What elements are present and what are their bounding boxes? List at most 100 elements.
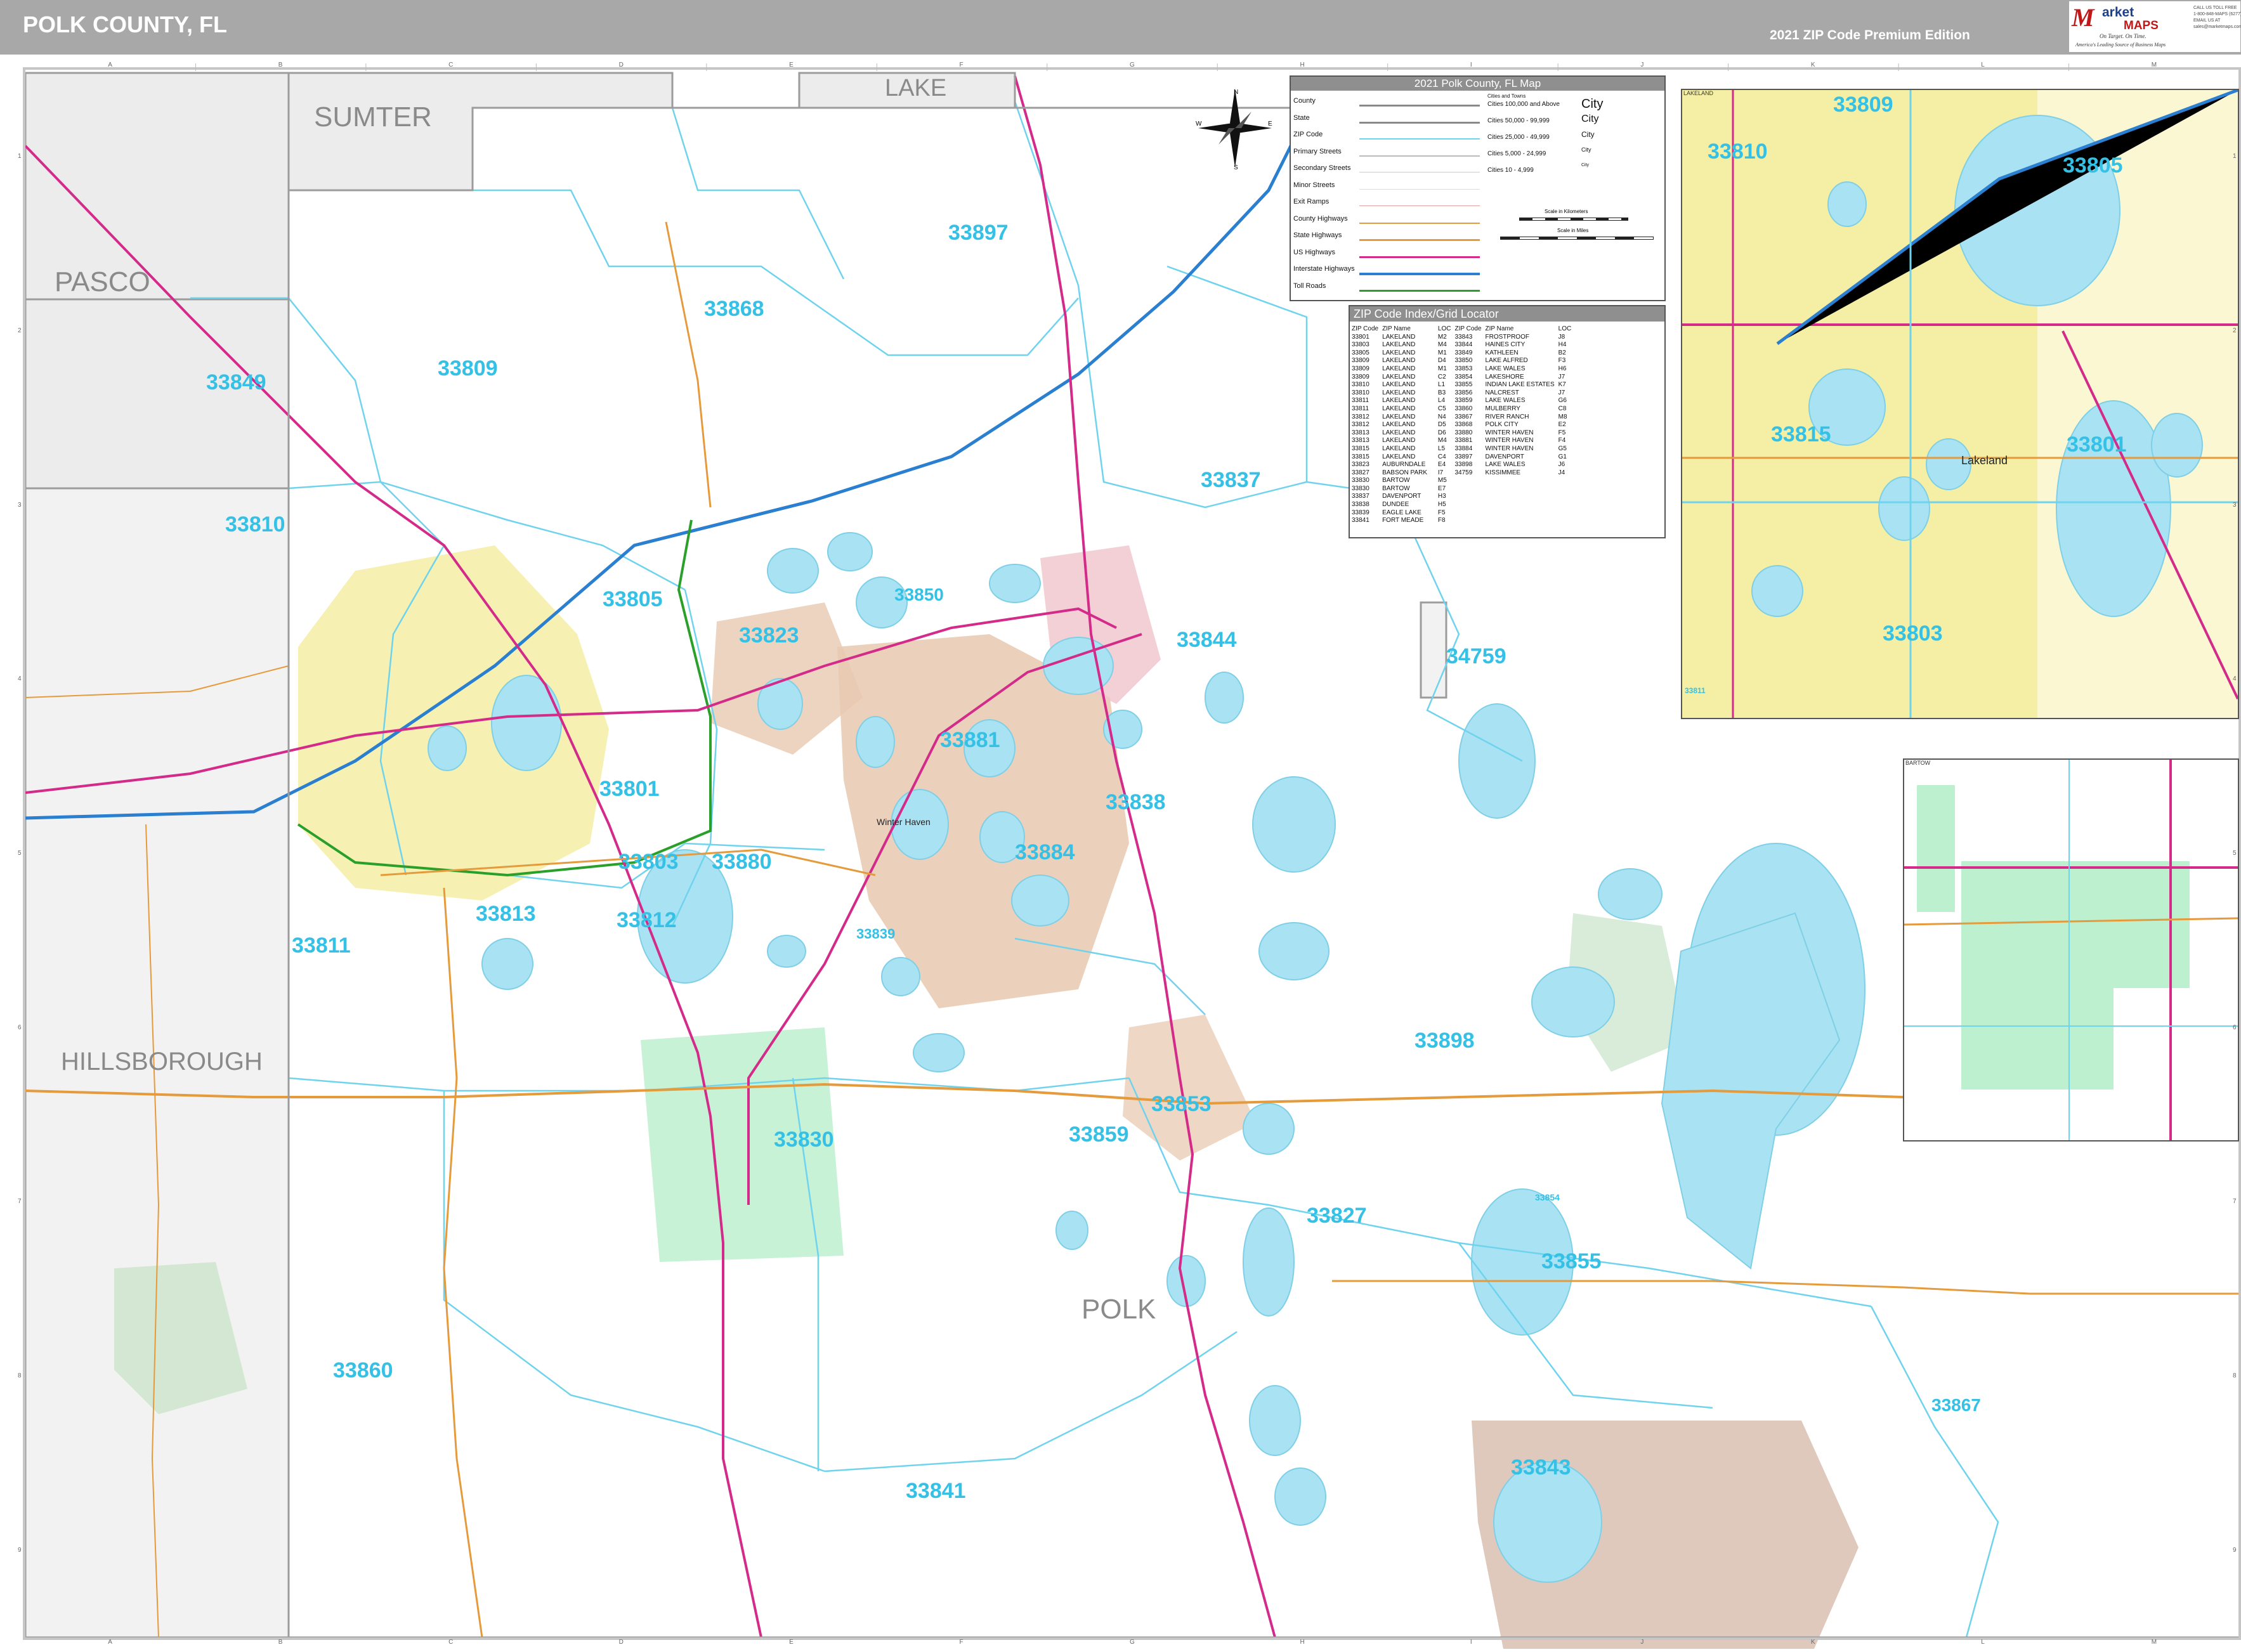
zip-index-cell: M2 <box>1437 333 1447 341</box>
zip-index-cell: LAKELAND <box>1382 373 1416 380</box>
lake-hunter <box>428 725 467 771</box>
zip-index-cell: LAKELAND <box>1382 341 1416 349</box>
county-label-sumter: SUMTER <box>314 101 432 133</box>
zip-index-cell: E4 <box>1437 461 1446 469</box>
grid-row-label: 8 <box>2233 1372 2237 1379</box>
zip-index-cell: 33837 <box>1352 493 1369 500</box>
zip-index-cell <box>1453 493 1483 501</box>
grid-column-label: I <box>1470 1639 1472 1646</box>
zip-index-cell: F3 <box>1558 357 1566 365</box>
zip-index-row: 33839 EAGLE LAKE F5 <box>1350 509 1573 517</box>
zip-index-row: 33812 LAKELAND D5 33868 POLK CITY E2 <box>1350 421 1573 429</box>
legend-scale-km: Scale in Kilometers <box>1545 209 1588 214</box>
zip-label-33803: 33803 <box>618 850 679 874</box>
grid-row-label: 4 <box>18 675 22 683</box>
zip-index-cell: BARTOW <box>1382 485 1410 492</box>
zip-index-cell <box>1557 493 1574 501</box>
zip-index-cell: 33803 <box>1352 341 1369 349</box>
zip-index-cell: 33880 <box>1454 429 1473 436</box>
zip-index-cell: LAKELAND <box>1382 333 1416 341</box>
legend-city-label: Cities 100,000 and Above <box>1487 101 1560 108</box>
zip-index-cell: DAVENPORT <box>1382 493 1421 500</box>
county-label-polk: POLK <box>1081 1294 1156 1325</box>
zip-index-row: 33815 LAKELAND L5 33884 WINTER HAVEN G5 <box>1350 445 1573 453</box>
grid-column-label: F <box>959 62 964 68</box>
zip-index-row: 33812 LAKELAND N4 33867 RIVER RANCH M8 <box>1350 413 1573 422</box>
zip-index-cell: E2 <box>1558 421 1566 429</box>
zip-index-cell: 33855 <box>1454 381 1473 389</box>
zip-index-cell: RIVER RANCH <box>1485 413 1529 420</box>
contact-info: CALL US TOLL FREE 1-800-848-MAPS (6277) … <box>2193 5 2241 30</box>
zip-index-cell: 33809 <box>1352 357 1369 365</box>
lake-marion <box>1252 776 1336 873</box>
zip-index-cell: B3 <box>1437 389 1446 396</box>
legend-item-label: County <box>1293 97 1316 105</box>
zip-index-cell: 33827 <box>1352 469 1369 476</box>
zip-index-cell <box>1484 517 1557 525</box>
map-title: POLK COUNTY, FL <box>23 11 227 37</box>
zip-index-row: 33823 AUBURNDALE E4 33898 LAKE WALES J6 <box>1350 461 1573 469</box>
zip-index-cell <box>1484 477 1557 485</box>
zip-index-cell: 33811 <box>1352 397 1369 405</box>
zip-index-cell: BABSON PARK <box>1382 469 1428 476</box>
zip-index-row: 33810 LAKELAND B3 33856 NALCREST J7 <box>1350 389 1573 398</box>
grid-row-label: 1 <box>2233 153 2237 160</box>
legend-line-swatch <box>1359 222 1480 224</box>
grid-row-label: 4 <box>2233 675 2237 683</box>
zip-index-row: 33841 FORT MEADE F8 <box>1350 517 1573 525</box>
legend-line-swatch <box>1359 188 1480 190</box>
zip-index-cell <box>1453 485 1483 493</box>
zip-index-cell: KATHLEEN <box>1485 349 1519 356</box>
zip-index-cell: 33859 <box>1454 397 1473 405</box>
zip-label-33844: 33844 <box>1177 628 1237 652</box>
zip-index-cell: LAKELAND <box>1382 413 1416 420</box>
svg-text:W: W <box>1196 120 1202 127</box>
legend-city-label: Cities 5,000 - 24,999 <box>1487 150 1546 157</box>
grid-row-label: 7 <box>18 1198 22 1206</box>
legend-line-swatch <box>1359 273 1480 275</box>
zip-index-row: 33827 BABSON PARK I7 34759 KISSIMMEE J4 <box>1350 469 1573 478</box>
zip-index-cell: B2 <box>1558 349 1566 356</box>
zip-label-33850: 33850 <box>894 585 944 604</box>
grid-row-label: 2 <box>2233 327 2237 334</box>
zip-index-cell: 33867 <box>1454 413 1473 420</box>
legend-line-swatch <box>1359 289 1480 292</box>
zip-index-cell: LAKE WALES <box>1485 397 1526 405</box>
lake-howard <box>856 716 895 768</box>
lakeland-inset-map: LAKELAND 33809 33810 33805 33815 33801 3… <box>1681 89 2239 719</box>
bartow-inset-map: BARTOW <box>1903 758 2239 1141</box>
zip-index-cell: J4 <box>1558 469 1565 476</box>
zip-index-cell: LAKE WALES <box>1485 461 1526 469</box>
legend-scale-mi-bar <box>1500 237 1654 240</box>
zip-index-cell: 33868 <box>1454 421 1473 429</box>
zip-index-row: 33838 DUNDEE H5 <box>1350 501 1573 509</box>
svg-text:S: S <box>1234 164 1238 170</box>
zip-label-33884: 33884 <box>1015 840 1075 864</box>
county-label-lake: LAKE <box>885 75 947 101</box>
zip-index-cell: C2 <box>1437 373 1446 380</box>
zip-index-row: 33810 LAKELAND L1 33855 INDIAN LAKE ESTATES K… <box>1350 381 1573 389</box>
inset-zip-label-33801: 33801 <box>2067 433 2127 457</box>
grid-row-label: 6 <box>18 1024 22 1031</box>
zip-index-cell: AUBURNDALE <box>1382 461 1426 469</box>
zip-label-33810: 33810 <box>225 512 285 537</box>
inset-zip-label-33815: 33815 <box>1771 422 1831 446</box>
zip-index-cell: 33850 <box>1454 357 1473 365</box>
lake-y <box>767 548 819 594</box>
zip-index-cell: M4 <box>1437 437 1447 445</box>
grid-column-label: A <box>108 62 112 68</box>
zip-index-cell: NALCREST <box>1485 389 1519 396</box>
zip-label-33855: 33855 <box>1541 1249 1602 1273</box>
grid-column-label: G <box>1130 1639 1135 1646</box>
contact-line: 1-800-848-MAPS (6277) <box>2193 12 2241 16</box>
zip-index-cell: WINTER HAVEN <box>1485 445 1534 452</box>
logo-letter: M <box>2072 3 2094 32</box>
grid-column-label: J <box>1640 62 1644 68</box>
zip-index-cell: N4 <box>1437 413 1446 420</box>
zip-index-cell: LAKELAND <box>1382 349 1416 356</box>
zip-index-cell: 33830 <box>1352 485 1369 492</box>
legend-city-label: Cities 50,000 - 99,999 <box>1487 117 1550 124</box>
zip-index-row: 33811 LAKELAND C5 33860 MULBERRY C8 <box>1350 405 1573 413</box>
zip-index-cell <box>1557 485 1574 493</box>
zip-index-cell: M1 <box>1437 365 1447 372</box>
